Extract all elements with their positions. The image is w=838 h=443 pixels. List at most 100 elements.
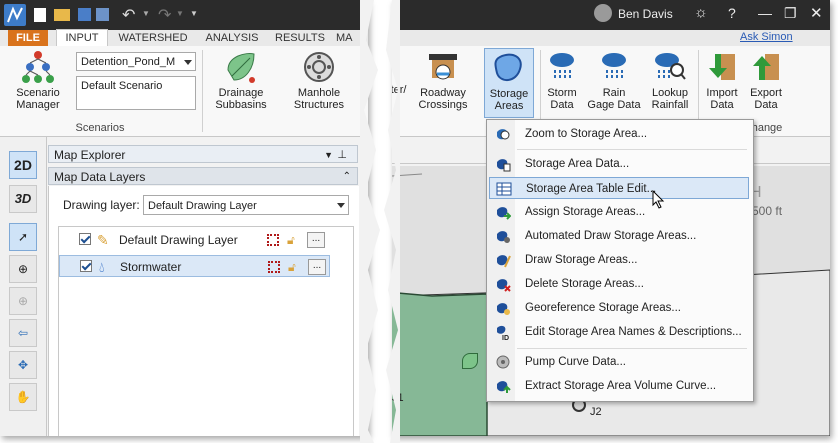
storm-label-1: Storm (547, 87, 577, 99)
table-edit-icon (496, 181, 512, 197)
layer-row[interactable]: 💧︎ Stormwater 🔓︎ ... (59, 255, 330, 277)
open-folder-icon[interactable] (54, 9, 70, 21)
view-2d-button[interactable]: 2D (9, 151, 37, 179)
rain-gage-data-button[interactable]: Rain Gage Data (584, 50, 644, 111)
rain-gage-icon (599, 50, 629, 84)
import-data-button[interactable]: Import Data (702, 50, 742, 111)
storm-cloud-icon (547, 50, 577, 84)
menu-item-pump-curve-data[interactable]: Pump Curve Data... (489, 351, 749, 373)
new-icon[interactable] (34, 8, 46, 22)
zoom-previous-button[interactable]: ⇦ (9, 319, 37, 347)
raingage-label-1: Rain (602, 87, 626, 99)
layer-style-icon[interactable] (268, 261, 280, 273)
lock-icon[interactable]: 🔓︎ (288, 256, 296, 278)
layer-more-button[interactable]: ... (307, 232, 325, 248)
layer-visible-checkbox[interactable] (80, 260, 92, 272)
hand-icon: ✋ (15, 390, 31, 404)
select-pointer-button[interactable]: ➚ (9, 223, 37, 251)
lookup-rainfall-button[interactable]: Lookup Rainfall (646, 50, 694, 111)
scenario-manager-button[interactable]: Scenario Manager (6, 50, 70, 111)
scenario-box[interactable]: Default Scenario (76, 76, 196, 110)
menu-item-draw-storage-areas[interactable]: Draw Storage Areas... (489, 249, 749, 271)
undo-dropdown-icon[interactable]: ▼ (142, 9, 150, 18)
zoom-button[interactable]: ⊕ (9, 255, 37, 283)
lookup-label-1: Lookup (651, 87, 689, 99)
drainage-subbasins-button[interactable]: Drainage Subbasins (206, 50, 276, 111)
zoom-storage-icon (495, 126, 511, 142)
user-name[interactable]: Ben Davis (618, 7, 673, 21)
drawing-layer-select[interactable]: Default Drawing Layer (143, 195, 349, 215)
tab-watershed[interactable]: WATERSHED (112, 30, 194, 46)
scenario-manager-label-2: Manager (16, 99, 60, 111)
menu-item-delete-storage-areas[interactable]: Delete Storage Areas... (489, 273, 749, 295)
pin-icon[interactable]: ⊥ (337, 146, 347, 164)
roadway-crossings-button[interactable]: Roadway Crossings (412, 50, 474, 111)
manhole-label-1: Manhole (297, 87, 341, 99)
zoom-extents-button[interactable]: ⊕ (9, 287, 37, 315)
save-all-icon[interactable] (96, 8, 109, 21)
menu-item-georeference[interactable]: Georeference Storage Areas... (489, 297, 749, 319)
menu-item-label: Draw Storage Areas... (525, 254, 638, 266)
tab-file[interactable]: FILE (8, 30, 48, 46)
lock-icon[interactable]: 🔓︎ (287, 229, 295, 251)
pan-hand-button[interactable]: ✋ (9, 383, 37, 411)
tab-input[interactable]: INPUT (56, 29, 108, 47)
layer-name: Stormwater (120, 260, 182, 274)
drawing-layer-value: Default Drawing Layer (148, 200, 257, 212)
menu-item-zoom-to-storage-area[interactable]: Zoom to Storage Area... (489, 123, 749, 145)
sun-icon[interactable]: ☼ (694, 4, 708, 21)
layer-more-button[interactable]: ... (308, 259, 326, 275)
map-data-layers-header[interactable]: Map Data Layers ⌃ (48, 167, 358, 185)
menu-item-automated-draw[interactable]: Automated Draw Storage Areas... (489, 225, 749, 247)
storage-data-icon (495, 156, 511, 172)
tab-analysis[interactable]: ANALYSIS (200, 30, 264, 46)
storage-areas-button[interactable]: Storage Areas (484, 48, 534, 118)
redo-dropdown-icon[interactable]: ▼ (176, 9, 184, 18)
view-3d-button[interactable]: 3D (9, 185, 37, 213)
close-icon[interactable]: ✕ (810, 4, 823, 22)
collapse-icon[interactable]: ⌃ (343, 168, 351, 186)
manhole-structures-button[interactable]: Manhole Structures (284, 50, 354, 111)
map-explorer-title: Map Explorer (54, 148, 126, 162)
menu-item-label: Storage Area Table Edit... (526, 183, 657, 195)
minimize-icon[interactable]: — (758, 5, 772, 21)
menu-item-label: Delete Storage Areas... (525, 278, 644, 290)
map-data-layers-title: Map Data Layers (54, 170, 146, 184)
menu-item-edit-names-descriptions[interactable]: ID Edit Storage Area Names & Description… (489, 321, 749, 343)
menu-item-storage-area-data[interactable]: Storage Area Data... (489, 153, 749, 175)
ribbon-tabs: FILE INPUT WATERSHED ANALYSIS RESULTS MA (0, 29, 368, 47)
restore-icon[interactable]: ❐ (784, 5, 797, 22)
layer-visible-checkbox[interactable] (79, 233, 91, 245)
model-combo[interactable]: Detention_Pond_M (76, 52, 196, 71)
ask-simon-link[interactable]: Ask Simon (740, 31, 793, 43)
redo-icon[interactable]: ↷ (158, 5, 171, 25)
edit-names-icon: ID (495, 324, 511, 342)
undo-icon[interactable]: ↶ (122, 5, 135, 25)
subbasin-node-icon[interactable] (462, 353, 478, 369)
scenarios-group-label: Scenarios (75, 122, 125, 134)
export-data-button[interactable]: Export Data (746, 50, 786, 111)
dropdown-icon[interactable]: ▼ (324, 146, 333, 164)
menu-item-extract-volume-curve[interactable]: Extract Storage Area Volume Curve... (489, 375, 749, 397)
menu-item-storage-area-table-edit[interactable]: Storage Area Table Edit... (489, 177, 749, 199)
chevron-down-icon (337, 203, 345, 208)
storm-data-button[interactable]: Storm Data (542, 50, 582, 111)
scenario-tree-icon (21, 50, 55, 84)
raingage-label-2: Gage Data (587, 99, 641, 111)
help-icon[interactable]: ? (728, 5, 736, 21)
model-combo-value: Detention_Pond_M (81, 56, 176, 68)
layer-style-icon[interactable] (267, 234, 279, 246)
georeference-icon (495, 300, 511, 316)
avatar[interactable] (594, 4, 612, 22)
view-2d-label: 2D (14, 157, 32, 173)
title-bar: Ben Davis ☼ ? — ❐ ✕ (392, 0, 830, 30)
customize-toolbar-icon[interactable]: ▼ (190, 9, 198, 18)
menu-item-assign-storage-areas[interactable]: Assign Storage Areas... (489, 201, 749, 223)
tab-results[interactable]: RESULTS (272, 30, 328, 46)
menu-item-label: Zoom to Storage Area... (525, 128, 648, 140)
assign-icon (495, 204, 512, 220)
layer-row[interactable]: ✎ Default Drawing Layer 🔓︎ ... (59, 229, 330, 251)
menu-item-label: Automated Draw Storage Areas... (525, 230, 697, 242)
pan-center-button[interactable]: ✥ (9, 351, 37, 379)
save-icon[interactable] (78, 8, 91, 21)
